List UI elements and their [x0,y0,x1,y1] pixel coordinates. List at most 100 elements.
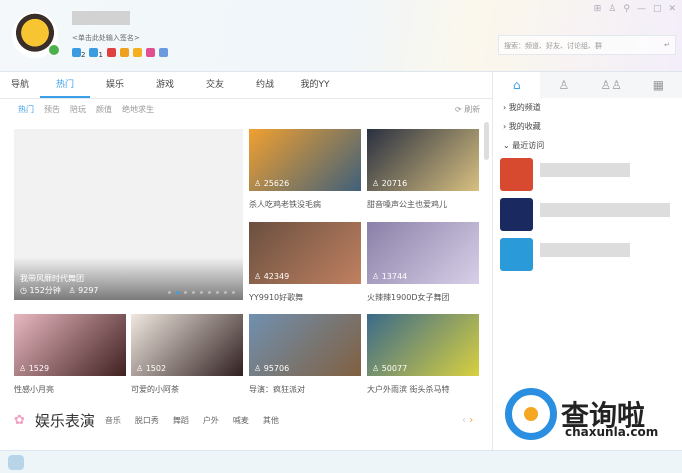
recent-channel[interactable] [500,235,682,275]
stream-card[interactable]: ♙ 25626 杀人吃鸡老铁没毛病 [249,129,361,210]
stream-thumbnail[interactable]: ♙ 1529 [14,314,126,376]
stream-caption[interactable]: YY9910好歌舞 [249,292,361,303]
stream-thumbnail[interactable]: ♙ 95706 [249,314,361,376]
section-tag-5[interactable]: 其他 [263,415,279,426]
stream-thumbnail[interactable]: ♙ 25626 [249,129,361,191]
carousel-dot[interactable] [184,291,187,294]
magnifier-logo-icon [505,388,557,440]
stream-thumbnail[interactable]: ♙ 42349 [249,222,361,284]
section-tag-1[interactable]: 脱口秀 [135,415,159,426]
window-control-0[interactable]: ⊞ [594,4,602,14]
window-control-4[interactable]: □ [653,4,662,14]
section-tag-3[interactable]: 户外 [203,415,219,426]
flower-icon: ✿ [14,413,25,428]
watermark-logo: 查询啦 chaxunla.com [505,388,658,440]
channel-icon [500,238,533,271]
stream-caption[interactable]: 甜音嗓声公主也爱鸡儿 [367,199,479,210]
nickname-blurred [72,11,130,25]
stream-card[interactable]: ♙ 42349 YY9910好歌舞 [249,222,361,303]
badge-6[interactable] [158,48,168,59]
stream-caption[interactable]: 杀人吃鸡老铁没毛病 [249,199,361,210]
tab-6[interactable]: 我的YY [290,72,340,98]
window-control-3[interactable]: — [637,4,646,14]
section-tag-2[interactable]: 舞蹈 [173,415,189,426]
stream-caption[interactable]: 火辣辣1900D女子舞团 [367,292,479,303]
mascot-icon[interactable] [8,455,24,470]
next-button[interactable]: › [469,415,473,426]
scrollbar[interactable] [484,122,489,160]
tab-2[interactable]: 娱乐 [90,72,140,98]
stream-card[interactable]: ♙ 13744 火辣辣1900D女子舞团 [367,222,479,303]
signature-input[interactable]: <单击此处输入签名> [72,33,140,43]
subtab-2[interactable]: 陪玩 [70,104,86,115]
carousel-dots [168,291,235,294]
footer-bar [0,450,682,473]
subtab-4[interactable]: 绝地求生 [122,104,154,115]
viewer-count: ♙ 42349 [254,272,290,281]
carousel-dot[interactable] [224,291,227,294]
prev-button[interactable]: ‹ [462,415,466,426]
badge-icon [145,48,155,57]
stream-card[interactable]: ♙ 95706 导演：疯狂派对 [249,314,361,395]
search-input[interactable]: 搜索：频道、好友、讨论组、群 ↵ [498,35,676,55]
carousel-dot[interactable] [176,291,179,294]
carousel-dot[interactable] [200,291,203,294]
sidebar-item-1[interactable]: › 我的收藏 [493,117,682,136]
stream-card[interactable]: ♙ 1529 性感小月亮 [14,314,126,395]
badge-2[interactable] [106,48,116,59]
stream-card[interactable]: ♙ 50077 大户外雨滨 街头杀马特 [367,314,479,395]
sidebar-tab-2[interactable]: ♙♙ [588,72,635,98]
carousel-dot[interactable] [168,291,171,294]
enter-icon[interactable]: ↵ [664,41,670,49]
carousel-dot[interactable] [216,291,219,294]
badge-0[interactable]: 2 [72,48,85,59]
sidebar-tab-1[interactable]: ♙ [540,72,587,98]
featured-meta: ◷ 152分钟 ♙ 9297 [20,285,99,296]
window-control-2[interactable]: ⚲ [623,4,630,14]
stream-thumbnail[interactable]: ♙ 20716 [367,129,479,191]
sidebar-tab-0[interactable]: ⌂ [493,72,541,98]
badge-count: 1 [98,51,103,59]
stream-thumbnail[interactable]: ♙ 50077 [367,314,479,376]
carousel-dot[interactable] [192,291,195,294]
recent-channel[interactable] [500,195,682,235]
section-header: ✿ 娱乐表演 音乐 脱口秀 舞蹈 户外 喊麦 其他 [14,410,279,431]
viewer-count: ♙ 20716 [372,179,408,188]
viewer-count: ♙ 1529 [19,364,50,373]
sub-nav: 热门 预告 陪玩 颜值 绝地求生 [18,104,154,115]
sidebar-item-2[interactable]: ⌄ 最近访问 [493,136,682,155]
badge-1[interactable]: 1 [89,48,103,59]
tab-0[interactable]: 导航 [0,72,40,98]
subtab-1[interactable]: 预告 [44,104,60,115]
badge-4[interactable] [132,48,142,59]
window-control-5[interactable]: ✕ [668,4,676,14]
badge-5[interactable] [145,48,155,59]
stream-caption[interactable]: 大户外雨滨 街头杀马特 [367,384,479,395]
stream-caption[interactable]: 导演：疯狂派对 [249,384,361,395]
tab-1[interactable]: 热门 [40,72,90,98]
refresh-button[interactable]: ⟳ 刷新 [455,104,480,115]
stream-card[interactable]: ♙ 20716 甜音嗓声公主也爱鸡儿 [367,129,479,210]
refresh-label: 刷新 [464,105,481,114]
subtab-0[interactable]: 热门 [18,104,34,115]
window-control-1[interactable]: ♙ [608,4,616,14]
section-tag-4[interactable]: 喊麦 [233,415,249,426]
carousel-dot[interactable] [208,291,211,294]
tab-5[interactable]: 约战 [240,72,290,98]
section-tag-0[interactable]: 音乐 [105,415,121,426]
sidebar-item-0[interactable]: › 我的频道 [493,98,682,117]
tab-4[interactable]: 交友 [190,72,240,98]
stream-caption[interactable]: 性感小月亮 [14,384,126,395]
subtab-3[interactable]: 颜值 [96,104,112,115]
badge-3[interactable] [119,48,129,59]
avatar[interactable] [12,12,60,58]
tab-3[interactable]: 游戏 [140,72,190,98]
carousel-dot[interactable] [232,291,235,294]
stream-caption[interactable]: 可爱的小阿茶 [131,384,243,395]
stream-card[interactable]: ♙ 1502 可爱的小阿茶 [131,314,243,395]
recent-channel[interactable] [500,155,682,195]
featured-banner[interactable]: 我带风靡时代舞团 ◷ 152分钟 ♙ 9297 [14,129,243,300]
stream-thumbnail[interactable]: ♙ 13744 [367,222,479,284]
stream-thumbnail[interactable]: ♙ 1502 [131,314,243,376]
sidebar-tab-3[interactable]: ▦ [635,72,682,98]
